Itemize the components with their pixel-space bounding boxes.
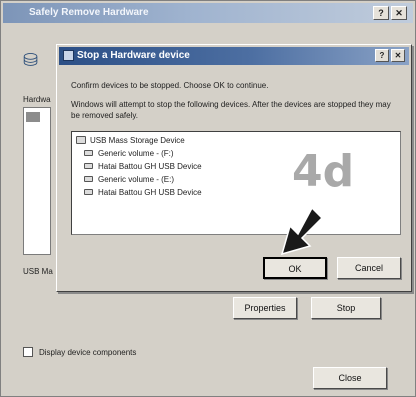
stop-button[interactable]: Stop: [311, 297, 381, 319]
hardware-devices-label: Hardwa: [23, 95, 51, 104]
step-label: 4d: [292, 146, 355, 197]
window-controls: ? ✕: [373, 6, 407, 20]
usb-device-icon: [84, 163, 93, 169]
properties-button[interactable]: Properties: [233, 297, 297, 319]
ok-button[interactable]: OK: [263, 257, 327, 279]
display-components-label: Display device components: [39, 347, 137, 357]
usb-device-icon: [84, 189, 93, 195]
usb-device-caption: USB Ma: [23, 267, 53, 276]
device-label: Hatai Battou GH USB Device: [98, 188, 202, 197]
window-title-bar: Safely Remove Hardware ? ✕: [3, 3, 413, 23]
dialog-window-icon: [63, 50, 74, 61]
dialog-title: Stop a Hardware device: [77, 50, 190, 61]
window-title: Safely Remove Hardware: [29, 7, 149, 18]
usb-device-icon: [76, 136, 86, 144]
close-button[interactable]: Close: [313, 367, 387, 389]
device-label: USB Mass Storage Device: [90, 136, 185, 145]
hardware-device-list[interactable]: [23, 107, 51, 255]
display-components-option[interactable]: Display device components: [23, 347, 136, 357]
dialog-close-button[interactable]: ✕: [391, 49, 405, 62]
volume-icon: [84, 150, 93, 156]
help-button[interactable]: ?: [373, 6, 389, 20]
dialog-window-controls: ? ✕: [375, 49, 405, 62]
dialog-title-bar: Stop a Hardware device ? ✕: [59, 47, 409, 65]
close-window-button[interactable]: ✕: [391, 6, 407, 20]
list-item[interactable]: [26, 112, 40, 122]
dialog-help-button[interactable]: ?: [375, 49, 389, 62]
stop-explanation: Windows will attempt to stop the followi…: [71, 100, 391, 120]
display-components-checkbox[interactable]: [23, 347, 33, 357]
stop-hardware-dialog: Stop a Hardware device ? ✕ Confirm devic…: [56, 44, 412, 292]
volume-icon: [84, 176, 93, 182]
device-label: Generic volume - (F:): [98, 149, 174, 158]
hardware-icon: ⛁: [23, 50, 39, 70]
device-label: Generic volume - (E:): [98, 175, 175, 184]
pointer-arrow-icon: [280, 206, 324, 256]
cancel-button[interactable]: Cancel: [337, 257, 401, 279]
device-label: Hatai Battou GH USB Device: [98, 162, 202, 171]
confirm-instructions: Confirm devices to be stopped. Choose OK…: [71, 81, 269, 90]
